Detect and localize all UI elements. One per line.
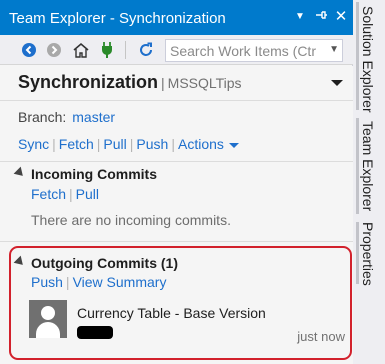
incoming-fetch-link[interactable]: Fetch xyxy=(31,186,66,202)
outgoing-commits-header[interactable]: Outgoing Commits (1) xyxy=(13,255,178,271)
incoming-commit-actions: Fetch | Pull xyxy=(31,186,99,202)
refresh-icon[interactable] xyxy=(135,39,157,61)
page-menu-dropdown-icon[interactable] xyxy=(331,80,343,86)
sync-actions: Sync | Fetch | Pull | Push | Actions xyxy=(18,136,239,152)
synchronization-page: Synchronization | MSSQLTips Branch: master … xyxy=(0,66,353,364)
page-header: Synchronization | MSSQLTips xyxy=(18,72,242,93)
no-incoming-commits-text: There are no incoming commits. xyxy=(31,212,231,228)
tab-team-explorer[interactable]: Team Explorer xyxy=(360,121,376,211)
link-separator: | xyxy=(69,186,73,202)
side-tab-strip: Solution Explorer Team Explorer Properti… xyxy=(353,0,385,364)
toolbar-separator xyxy=(125,41,126,59)
view-summary-link[interactable]: View Summary xyxy=(73,274,167,290)
header-separator: | xyxy=(161,75,165,91)
close-icon[interactable]: ✕ xyxy=(332,7,350,27)
user-avatar-icon xyxy=(29,300,67,338)
commit-list-item[interactable]: Currency Table - Base Version just now xyxy=(29,300,345,348)
link-separator: | xyxy=(96,136,101,152)
title-bar: Team Explorer - Synchronization ▼ ✕ xyxy=(0,0,353,35)
pull-link[interactable]: Pull xyxy=(103,136,126,152)
outgoing-commits-title: Outgoing Commits (1) xyxy=(31,255,178,271)
toolbar: ▼ xyxy=(0,35,353,65)
pin-icon[interactable] xyxy=(312,7,330,27)
incoming-commits-title: Incoming Commits xyxy=(31,166,158,182)
search-dropdown-icon[interactable]: ▼ xyxy=(329,44,339,55)
incoming-commits-header[interactable]: Incoming Commits xyxy=(13,166,158,182)
search-box: ▼ xyxy=(165,39,343,62)
push-link[interactable]: Push xyxy=(136,136,168,152)
link-separator: | xyxy=(65,274,70,290)
link-separator: | xyxy=(129,136,134,152)
team-explorer-panel: Team Explorer - Synchronization ▼ ✕ ▼ xyxy=(0,0,353,364)
link-separator: | xyxy=(52,136,56,152)
back-arrow-icon[interactable] xyxy=(18,39,40,61)
branch-label: Branch: xyxy=(18,109,67,125)
branch-link[interactable]: master xyxy=(72,109,115,125)
outgoing-commit-actions: Push | View Summary xyxy=(31,274,166,290)
commit-time: just now xyxy=(297,329,345,344)
actions-dropdown-icon[interactable] xyxy=(228,142,239,148)
collapse-triangle-icon[interactable] xyxy=(13,166,27,180)
collapse-triangle-icon[interactable] xyxy=(13,255,27,269)
commit-author-redacted xyxy=(77,326,113,339)
outgoing-push-link[interactable]: Push xyxy=(31,274,63,290)
sync-link[interactable]: Sync xyxy=(18,136,49,152)
actions-menu-link[interactable]: Actions xyxy=(178,136,224,152)
page-title: Synchronization xyxy=(18,72,159,92)
header-divider xyxy=(0,100,353,101)
search-input[interactable] xyxy=(166,40,316,61)
forward-arrow-icon[interactable] xyxy=(43,39,65,61)
tab-indicator xyxy=(356,118,359,214)
dropdown-arrow-icon[interactable]: ▼ xyxy=(291,7,309,27)
branch-row: Branch: master xyxy=(18,109,115,125)
page-subtitle: MSSQLTips xyxy=(167,75,242,91)
incoming-pull-link[interactable]: Pull xyxy=(76,186,99,202)
tab-solution-explorer[interactable]: Solution Explorer xyxy=(360,6,376,113)
window-title: Team Explorer - Synchronization xyxy=(9,10,226,27)
tab-indicator xyxy=(356,222,359,284)
home-icon[interactable] xyxy=(70,39,92,61)
actions-divider xyxy=(0,161,353,162)
fetch-link[interactable]: Fetch xyxy=(59,136,94,152)
incoming-divider xyxy=(0,241,353,242)
tab-indicator xyxy=(356,2,359,110)
commit-message: Currency Table - Base Version xyxy=(77,305,266,321)
tab-properties[interactable]: Properties xyxy=(360,222,376,286)
link-separator: | xyxy=(171,136,175,152)
plug-icon[interactable] xyxy=(96,39,118,61)
